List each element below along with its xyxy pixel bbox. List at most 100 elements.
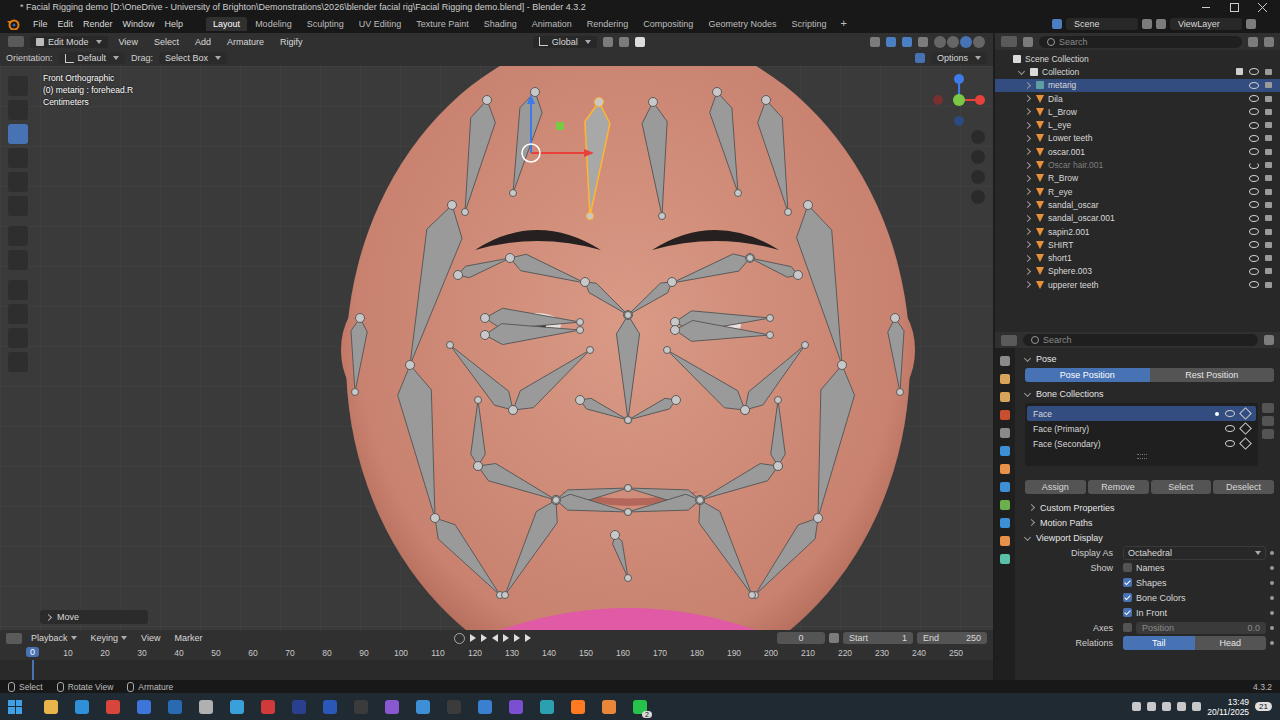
bone[interactable] (485, 324, 580, 345)
bone[interactable] (745, 345, 805, 410)
camera-icon[interactable] (971, 170, 985, 184)
minimize-icon[interactable] (1200, 1, 1212, 13)
show-checkbox[interactable]: Shapes (1123, 578, 1266, 588)
menu-item[interactable]: Help (160, 19, 189, 29)
outliner-row[interactable]: SHIRT (995, 238, 1280, 251)
properties-tab-icon[interactable] (1000, 482, 1010, 492)
bone[interactable] (616, 315, 639, 420)
workspace-tab[interactable]: Animation (525, 17, 579, 31)
relation-button[interactable]: Tail (1123, 636, 1195, 650)
properties-tab-icon[interactable] (1000, 356, 1010, 366)
bone-joint[interactable] (462, 209, 469, 216)
blender-logo-icon[interactable] (6, 18, 20, 30)
taskbar-app-icon[interactable] (441, 696, 466, 718)
outliner-search[interactable]: Search (1039, 36, 1242, 48)
bone-envelope-tool-icon[interactable] (8, 352, 28, 372)
bone-joint[interactable] (891, 314, 900, 323)
play-reverse-icon[interactable] (492, 634, 498, 642)
close-icon[interactable] (1256, 1, 1268, 13)
bone[interactable] (465, 100, 495, 212)
outliner-row[interactable]: sapin2.001 (995, 225, 1280, 238)
bone-joint[interactable] (664, 347, 671, 354)
bone[interactable] (628, 398, 676, 420)
outliner-row[interactable]: Sphere.003 (995, 265, 1280, 278)
bone-joint[interactable] (474, 462, 483, 471)
bone-joint[interactable] (671, 326, 680, 335)
taskbar-app-icon[interactable] (565, 696, 590, 718)
workspace-tab[interactable]: Rendering (580, 17, 636, 31)
collapsed-panel-header[interactable]: Motion Paths (1025, 515, 1274, 530)
bone-joint[interactable] (814, 514, 823, 523)
viewport-menu[interactable]: Rigify (275, 37, 308, 47)
clock-icon[interactable] (829, 633, 839, 643)
properties-tab-icon[interactable] (1000, 464, 1010, 474)
outliner-row[interactable]: upperer teeth (995, 278, 1280, 291)
menu-item[interactable]: File (28, 19, 53, 29)
bone-joint[interactable] (672, 396, 681, 405)
display-mode-icon[interactable] (1023, 37, 1033, 47)
timeline-ruler[interactable]: 0 10203040506070809010011012013014015016… (0, 646, 993, 680)
taskbar-app-icon[interactable] (379, 696, 404, 718)
bone-joint[interactable] (625, 312, 632, 319)
bone-joint[interactable] (735, 190, 742, 197)
mode-dropdown[interactable]: Edit Mode (30, 36, 108, 48)
bone-collection-row[interactable]: Face (1027, 406, 1256, 421)
bone-joint[interactable] (577, 319, 584, 326)
properties-tab-icon[interactable] (1000, 392, 1010, 402)
bone-joint[interactable] (474, 462, 483, 471)
taskbar-app-icon[interactable] (255, 696, 280, 718)
bone-collection-row[interactable]: Face (Primary) (1027, 421, 1256, 436)
bone-joint[interactable] (762, 96, 771, 105)
bone-joint[interactable] (741, 406, 750, 415)
outliner-row[interactable]: Collection (995, 65, 1280, 78)
bone-collection-button[interactable]: Select (1151, 480, 1212, 494)
outliner-row[interactable]: Scene Collection (995, 52, 1280, 65)
start-frame-field[interactable]: Start1 (843, 632, 913, 644)
proportional-icon[interactable] (635, 37, 645, 47)
bone[interactable] (642, 102, 667, 216)
taskbar-app-icon[interactable] (348, 696, 373, 718)
mirror-x-icon[interactable] (915, 53, 925, 63)
bone[interactable] (513, 350, 590, 410)
bone-collection-row[interactable]: Face (Secondary) (1027, 436, 1256, 451)
bone[interactable] (580, 398, 628, 420)
wireframe-shading-icon[interactable] (934, 36, 946, 48)
properties-tab-icon[interactable] (1000, 500, 1010, 510)
pose-option-button[interactable]: Rest Position (1150, 368, 1275, 382)
bone[interactable] (513, 92, 542, 193)
notification-badge[interactable]: 21 (1255, 702, 1272, 711)
bone[interactable] (613, 535, 628, 578)
bone-joint[interactable] (502, 592, 509, 599)
bone-joint[interactable] (696, 496, 705, 505)
bone-joint[interactable] (625, 417, 632, 424)
add-collection-icon[interactable] (1262, 403, 1274, 413)
select-tool-icon[interactable] (8, 76, 28, 96)
extrude-tool-icon[interactable] (8, 328, 28, 348)
windows-start-icon[interactable] (8, 700, 22, 714)
bone[interactable] (505, 500, 557, 595)
collection-menu-icon[interactable] (1262, 429, 1274, 439)
rendered-shading-icon[interactable] (973, 36, 985, 48)
show-checkbox[interactable]: Bone Colors (1123, 593, 1266, 603)
taskbar-app-icon[interactable] (224, 696, 249, 718)
move-gizmo[interactable] (522, 94, 594, 162)
bone[interactable] (450, 345, 513, 410)
viewport-display-header[interactable]: Viewport Display (1025, 530, 1274, 545)
new-collection-icon[interactable] (1264, 37, 1274, 47)
outliner-row[interactable]: oscar.001 (995, 145, 1280, 158)
editor-type-icon[interactable] (8, 36, 24, 47)
taskbar-app-icon[interactable] (286, 696, 311, 718)
overlay-icon[interactable] (902, 37, 912, 47)
workspace-tab[interactable]: Texture Paint (409, 17, 476, 31)
bone-joint[interactable] (625, 312, 632, 319)
bone[interactable] (672, 254, 750, 283)
outliner-row[interactable]: short1 (995, 251, 1280, 264)
transform-dropdown[interactable]: Global (533, 36, 597, 48)
taskbar-app-icon[interactable] (193, 696, 218, 718)
bone-collections-header[interactable]: Bone Collections (1025, 386, 1274, 401)
bone-joint[interactable] (649, 98, 658, 107)
show-checkbox[interactable]: In Front (1123, 608, 1266, 618)
bone-joint[interactable] (625, 575, 632, 582)
maximize-icon[interactable] (1228, 1, 1240, 13)
bone-joint[interactable] (815, 515, 822, 522)
